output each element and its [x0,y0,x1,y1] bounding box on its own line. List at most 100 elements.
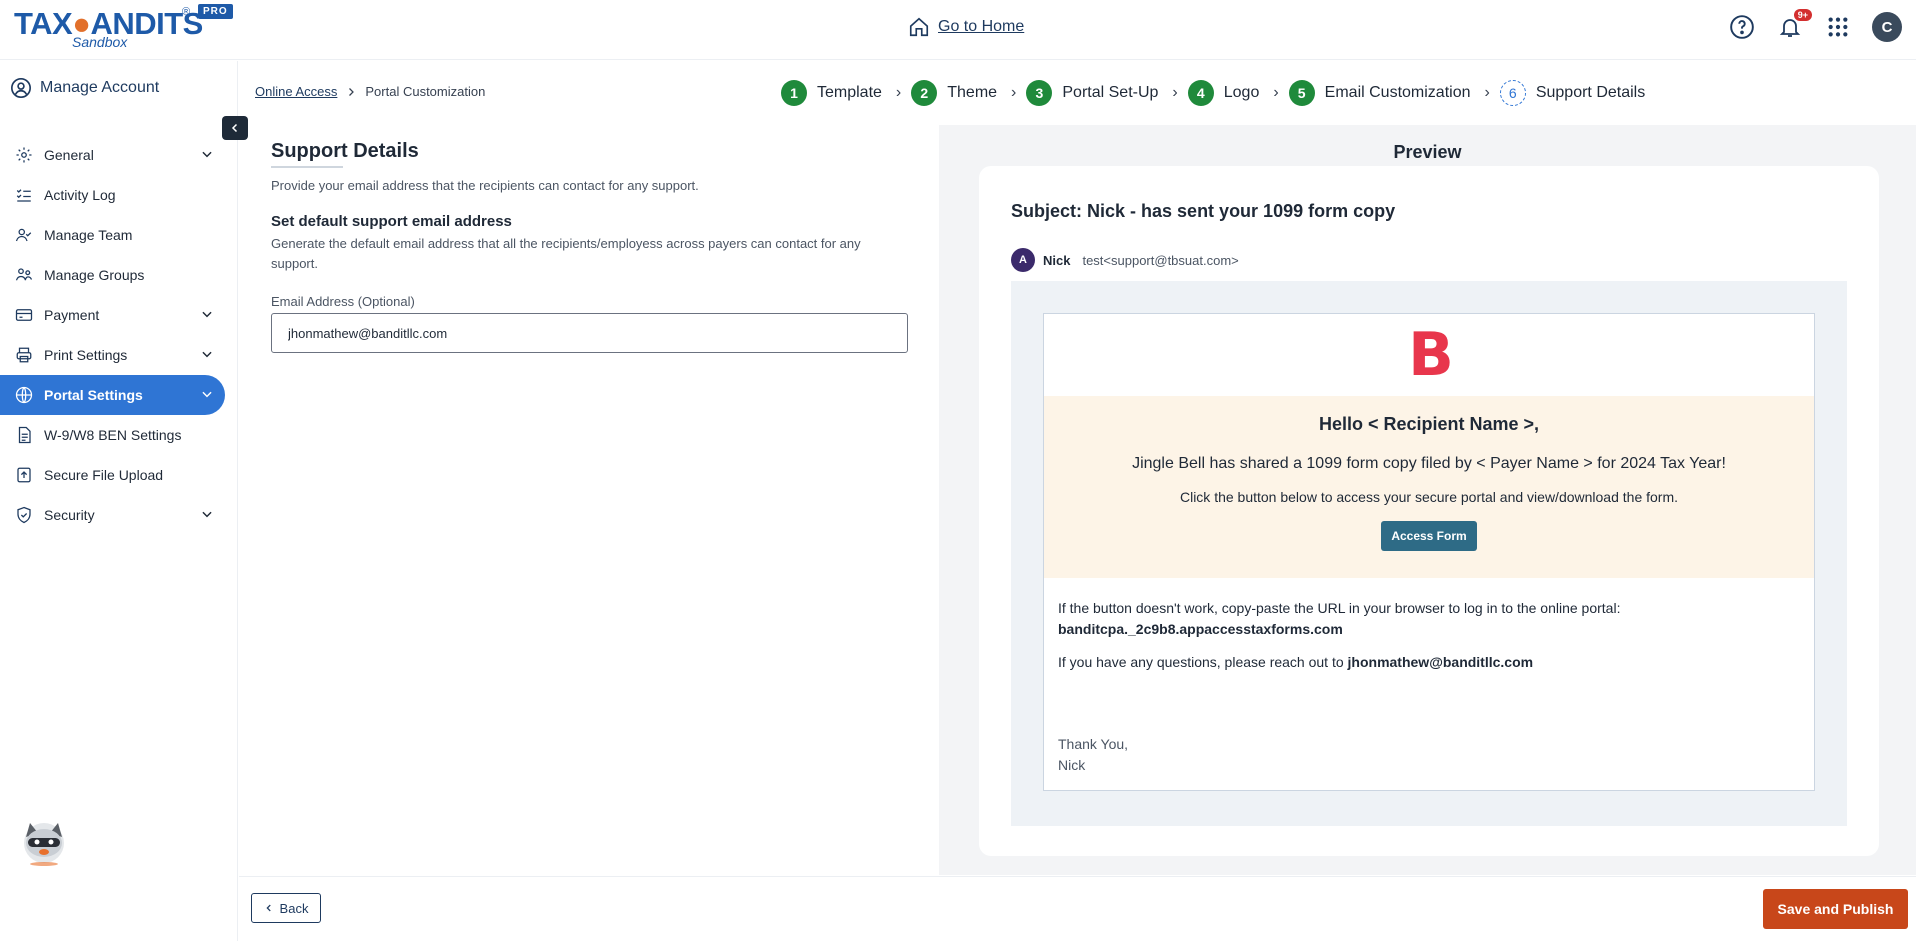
go-to-home-label: Go to Home [938,18,1025,35]
signature-name: Nick [1058,757,1086,773]
chevron-right-icon [349,87,355,96]
bell-icon[interactable]: 9+ [1776,9,1812,41]
sidebar-item-label: Security [44,507,95,523]
logo-registered-mark: ® [182,6,191,18]
chevron-right-icon: › [895,84,902,101]
sidebar-item-label: General [44,147,94,163]
step-label: Support Details [1535,84,1646,101]
preview-title: Preview [1393,142,1462,162]
step-support-details[interactable]: 6 Support Details [1499,80,1646,106]
access-form-button[interactable]: Access Form [1381,521,1477,551]
step-number: 5 [1288,80,1315,106]
questions-line: If you have any questions, please reach … [1058,652,1798,673]
apps-grid-icon[interactable] [1824,13,1852,41]
section-description: Generate the default email address that … [271,236,861,271]
chevron-down-icon [202,391,212,398]
top-icons: 9+ C [1728,9,1902,42]
footer-bar: Back Save and Publish [239,876,1916,941]
email-sender: A Nick test<support@tbsuat.com> [1011,248,1239,272]
gear-icon [14,145,34,165]
step-label: Email Customization [1324,84,1471,101]
back-button-label: Back [279,900,309,916]
chevron-down-icon [202,311,212,318]
support-details-form: Support Details Provide your email addre… [271,140,911,353]
title-underline [271,166,343,168]
sidebar-item-label: W-9/W8 BEN Settings [44,427,182,443]
email-body-card: B Hello < Recipient Name >, Jingle Bell … [1043,313,1815,791]
sidebar-item-security[interactable]: Security [0,495,238,535]
pro-badge: PRO [198,4,233,19]
step-number: 1 [781,80,807,106]
sender-avatar: A [1011,248,1035,272]
sidebar-item-activity-log[interactable]: Activity Log [0,175,238,215]
sidebar-item-general[interactable]: General [0,135,238,175]
breadcrumb-current: Portal Customization [365,84,486,99]
shield-icon [14,505,34,525]
sidebar-item-payment[interactable]: Payment [0,295,238,335]
sidebar-item-portal-settings[interactable]: Portal Settings [0,375,225,415]
sidebar-nav: General Activity Log Manage Team Manage … [0,135,238,535]
help-icon[interactable] [1728,13,1756,41]
email-background: B Hello < Recipient Name >, Jingle Bell … [1011,281,1847,826]
step-number: 2 [911,80,938,106]
step-number: 3 [1026,80,1053,106]
step-label: Theme [947,84,998,101]
step-logo[interactable]: 4 Logo › [1187,80,1279,106]
sidebar-item-label: Portal Settings [44,387,143,403]
sidebar-item-label: Manage Team [44,227,133,243]
signoff: Thank You, [1058,736,1129,752]
step-email-customization[interactable]: 5 Email Customization › [1288,80,1490,106]
sidebar-item-secure-file-upload[interactable]: Secure File Upload [0,455,238,495]
email-subject: Subject: Nick - has sent your 1099 form … [1011,201,1396,221]
sidebar-item-label: Activity Log [44,187,116,203]
preview-pane: Preview Subject: Nick - has sent your 10… [939,125,1916,875]
save-and-publish-button[interactable]: Save and Publish [1763,889,1908,929]
email-signature: Thank You, Nick [1058,734,1128,776]
questions-text: If you have any questions, please reach … [1058,654,1344,670]
taxbandits-logo[interactable]: TAX●ANDITS ® PRO Sandbox [14,4,234,52]
email-body-text: If the button doesn't work, copy-paste t… [1058,598,1798,673]
email-field[interactable] [271,313,908,353]
email-label: Email Address (Optional) [271,294,415,309]
brand-logo: B [1044,314,1814,396]
user-avatar[interactable]: C [1872,12,1902,42]
checklist-icon [14,185,34,205]
collapse-sidebar-button[interactable] [222,116,248,140]
form-description: Provide your email address that the reci… [271,178,699,193]
user-circle-icon [11,78,31,98]
sidebar-item-manage-groups[interactable]: Manage Groups [0,255,238,295]
back-button[interactable]: Back [251,893,321,923]
chevron-right-icon: › [1484,84,1490,101]
sidebar-item-label: Manage Groups [44,267,145,283]
chevron-right-icon: › [1011,84,1017,101]
upload-icon [14,465,34,485]
go-to-home-link[interactable]: Go to Home [908,16,1024,38]
sidebar-item-w9-w8-ben-settings[interactable]: W-9/W8 BEN Settings [0,415,238,455]
top-bar: TAX●ANDITS ® PRO Sandbox Go to Home 9+ C [0,0,1916,60]
sender-name: Nick [1043,252,1071,268]
document-icon [14,425,34,445]
email-preview-card: Subject: Nick - has sent your 1099 form … [979,166,1879,856]
chevron-down-icon [202,511,212,518]
globe-icon [14,385,34,405]
email-hero: Hello < Recipient Name >, Jingle Bell ha… [1044,396,1814,578]
step-portal-setup[interactable]: 3 Portal Set-Up › [1026,80,1178,106]
payment-icon [14,305,34,325]
step-theme[interactable]: 2 Theme › [911,80,1016,106]
chevron-left-icon [231,123,238,133]
sender-address: test<support@tbsuat.com> [1082,252,1239,268]
sidebar-item-label: Payment [44,307,100,323]
step-template[interactable]: 1 Template › [781,80,901,106]
step-label: Portal Set-Up [1062,84,1159,101]
email-instruction: Click the button below to access your se… [1179,489,1679,505]
home-icon [909,17,929,37]
raccoon-mascot-icon[interactable] [18,815,70,867]
breadcrumb-online-access[interactable]: Online Access [255,84,337,99]
printer-icon [14,345,34,365]
logo-sandbox-label: Sandbox [72,34,128,50]
sidebar-item-label: Print Settings [44,347,128,363]
sidebar-item-manage-team[interactable]: Manage Team [0,215,238,255]
step-label: Logo [1223,84,1260,101]
breadcrumb: Online Access Portal Customization [255,84,485,99]
sidebar-item-print-settings[interactable]: Print Settings [0,335,238,375]
